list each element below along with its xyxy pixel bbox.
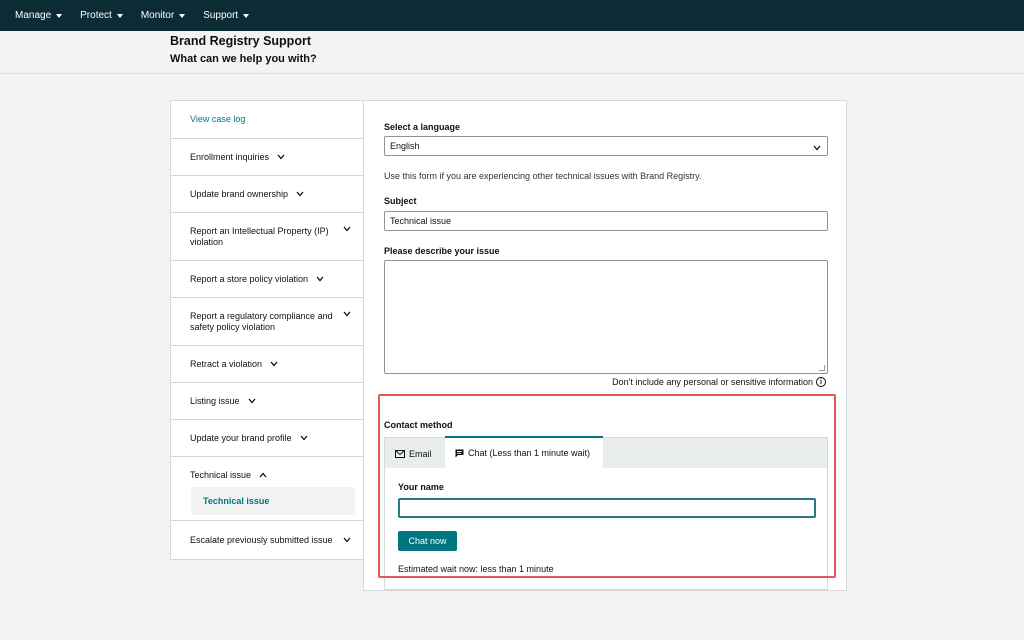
nav-protect[interactable]: Protect	[71, 10, 132, 21]
caret-down-icon	[243, 13, 250, 18]
page-header: Brand Registry Support What can we help …	[0, 31, 1024, 74]
caret-down-icon	[56, 13, 63, 18]
sidebar-item-escalate-issue[interactable]: Escalate previously submitted issue	[171, 521, 363, 559]
highlight-box	[378, 394, 836, 578]
support-sidebar: View case log Enrollment inquiries Updat…	[170, 100, 364, 560]
sensitive-info-disclaimer: Don't include any personal or sensitive …	[612, 377, 826, 387]
chevron-down-icon	[300, 435, 308, 441]
chevron-down-icon	[296, 191, 304, 197]
sidebar-item-label: View case log	[190, 114, 246, 124]
sidebar-item-report-ip-violation[interactable]: Report an Intellectual Property (IP) vio…	[171, 213, 363, 261]
info-icon[interactable]: i	[816, 377, 826, 387]
top-nav-bar: Manage Protect Monitor Support	[0, 0, 1024, 31]
subject-label: Subject	[384, 196, 417, 206]
caret-down-icon	[116, 13, 123, 18]
nav-monitor-label: Monitor	[140, 10, 175, 21]
subject-input[interactable]: Technical issue	[384, 211, 828, 231]
sidebar-item-listing-issue[interactable]: Listing issue	[171, 383, 363, 420]
nav-manage-label: Manage	[15, 10, 52, 21]
page-subtitle: What can we help you with?	[170, 53, 317, 65]
chevron-down-icon	[343, 226, 351, 232]
nav-manage[interactable]: Manage	[6, 10, 71, 21]
sidebar-item-update-brand-ownership[interactable]: Update brand ownership	[171, 176, 363, 213]
sidebar-item-label: Enrollment inquiries	[190, 151, 270, 162]
chevron-down-icon	[248, 398, 256, 404]
nav-support-label: Support	[203, 10, 239, 21]
sidebar-item-label: Technical issue	[190, 470, 252, 480]
sidebar-item-report-store-policy-violation[interactable]: Report a store policy violation	[171, 261, 363, 298]
sidebar-item-label: Retract a violation	[190, 358, 263, 369]
sidebar-item-label: Report an Intellectual Property (IP) vio…	[190, 225, 329, 247]
chevron-up-icon	[259, 472, 267, 478]
sidebar-item-report-regulatory-violation[interactable]: Report a regulatory compliance and safet…	[171, 298, 363, 346]
sidebar-item-label: Escalate previously submitted issue	[190, 534, 333, 545]
sidebar-item-label: Listing issue	[190, 395, 240, 406]
page-title: Brand Registry Support	[170, 34, 311, 48]
sidebar-item-enrollment-inquiries[interactable]: Enrollment inquiries	[171, 139, 363, 176]
chevron-down-icon	[316, 276, 324, 282]
subject-input-value: Technical issue	[390, 216, 452, 226]
sidebar-subitem-technical-issue[interactable]: Technical issue	[191, 487, 355, 515]
chevron-down-icon	[343, 311, 351, 317]
sidebar-subitem-label: Technical issue	[203, 496, 270, 506]
language-select-value: English	[390, 141, 420, 151]
chevron-down-icon	[270, 361, 278, 367]
describe-issue-textarea[interactable]	[384, 260, 828, 374]
language-label: Select a language	[384, 122, 461, 132]
disclaimer-text: Don't include any personal or sensitive …	[612, 377, 813, 387]
sidebar-item-view-case-log[interactable]: View case log	[171, 101, 363, 139]
sidebar-item-label: Report a store policy violation	[190, 273, 309, 284]
caret-down-icon	[179, 13, 186, 18]
chevron-down-icon	[813, 143, 821, 153]
form-helper-text: Use this form if you are experiencing ot…	[384, 171, 702, 181]
nav-monitor[interactable]: Monitor	[132, 10, 194, 21]
sidebar-item-label: Update brand ownership	[190, 188, 289, 199]
sidebar-item-update-brand-profile[interactable]: Update your brand profile	[171, 420, 363, 457]
chevron-down-icon	[343, 537, 351, 543]
sidebar-item-label: Update your brand profile	[190, 432, 292, 443]
chevron-down-icon	[277, 154, 285, 160]
sidebar-item-label: Report a regulatory compliance and safet…	[190, 310, 333, 332]
nav-protect-label: Protect	[80, 10, 112, 21]
language-select[interactable]: English	[384, 136, 828, 156]
nav-support[interactable]: Support	[194, 10, 258, 21]
describe-label: Please describe your issue	[384, 246, 500, 256]
resize-grip-icon[interactable]	[819, 365, 825, 371]
sidebar-item-retract-violation[interactable]: Retract a violation	[171, 346, 363, 383]
